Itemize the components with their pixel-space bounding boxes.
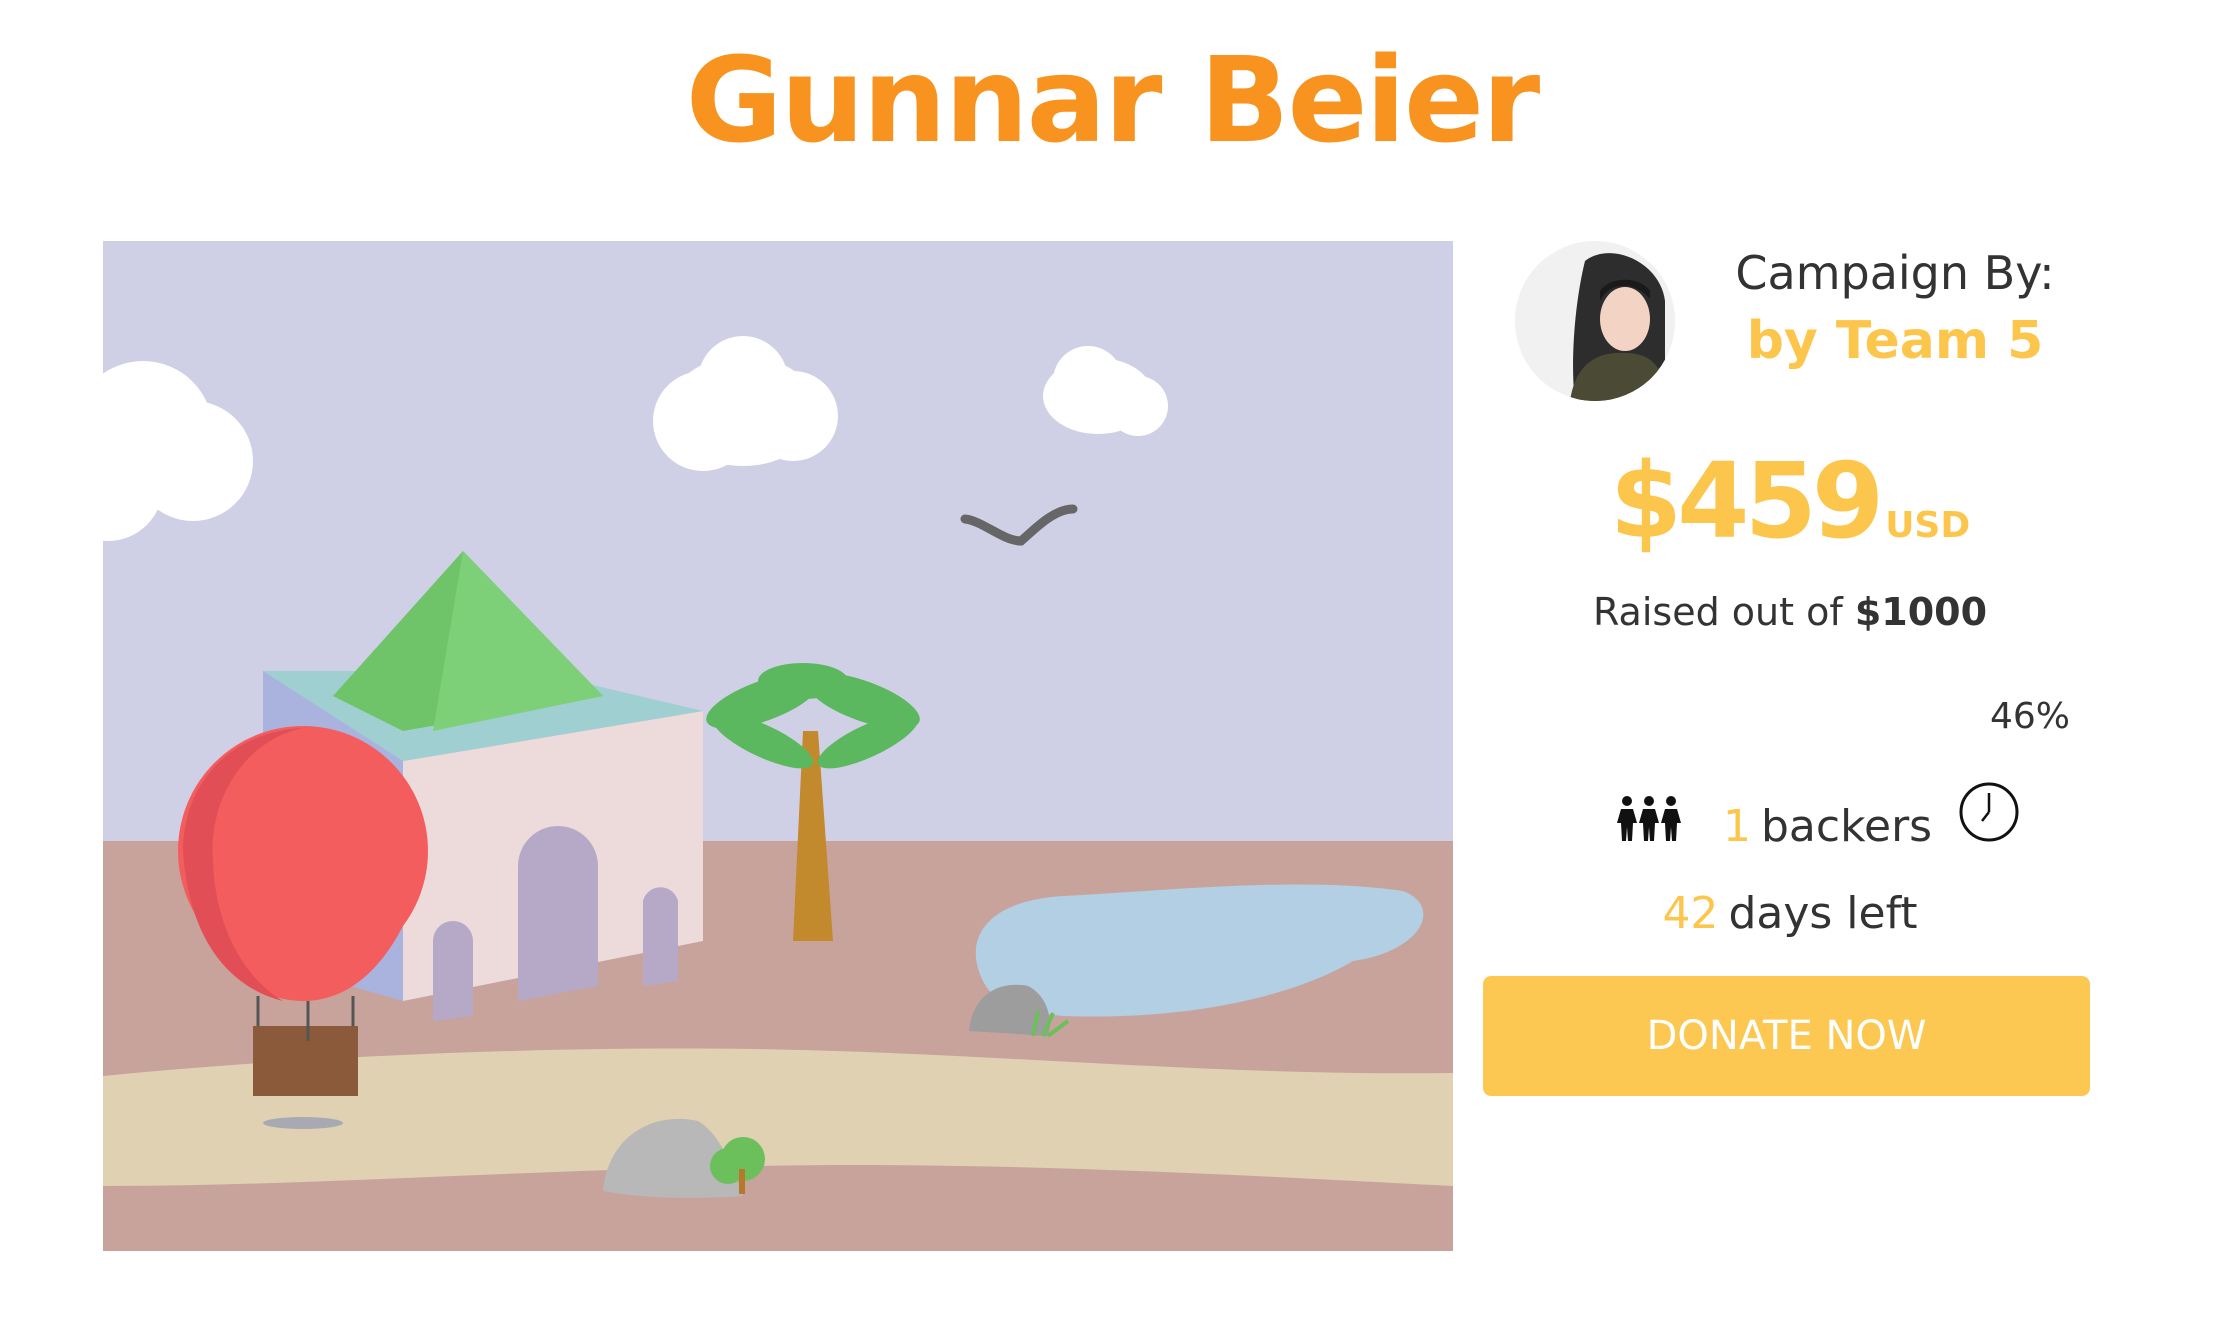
amount-raised: $459 USD (1480, 441, 2100, 586)
days-count: 42 (1662, 888, 1719, 939)
campaign-owner-link[interactable]: by Team 5 (1695, 309, 2095, 373)
clock-icon (1959, 782, 2019, 842)
backers-row: 1 backers (1615, 781, 2085, 861)
goal-amount: $1000 (1854, 590, 1988, 634)
amount-currency: USD (1885, 505, 1971, 546)
days-left: 42 days left (1480, 886, 2100, 942)
campaign-hero-image (103, 241, 1453, 1251)
backers-count: 1 (1723, 801, 1751, 852)
amount-raised-block: $459 USD Raised out of $1000 (1480, 441, 2100, 638)
raised-goal-text: Raised out of $1000 (1480, 586, 2100, 638)
raised-prefix: Raised out of (1592, 590, 1843, 634)
page-title: Gunnar Beier (685, 31, 1540, 169)
avatar[interactable] (1515, 241, 1675, 401)
backers-label: backers (1761, 801, 1933, 852)
amount-value: $459 (1609, 440, 1884, 562)
progress-percent: 46% (1989, 696, 2070, 737)
campaign-by-label: Campaign By: (1735, 246, 2055, 300)
campaign-sidebar: Campaign By: by Team 5 $459 USD Raised ou… (1480, 241, 2100, 1141)
people-group-icon (1617, 796, 1681, 841)
backers-text: 1 backers (1723, 799, 1932, 855)
donate-now-button[interactable]: DONATE NOW (1483, 976, 2090, 1096)
days-label: days left (1728, 888, 1918, 939)
